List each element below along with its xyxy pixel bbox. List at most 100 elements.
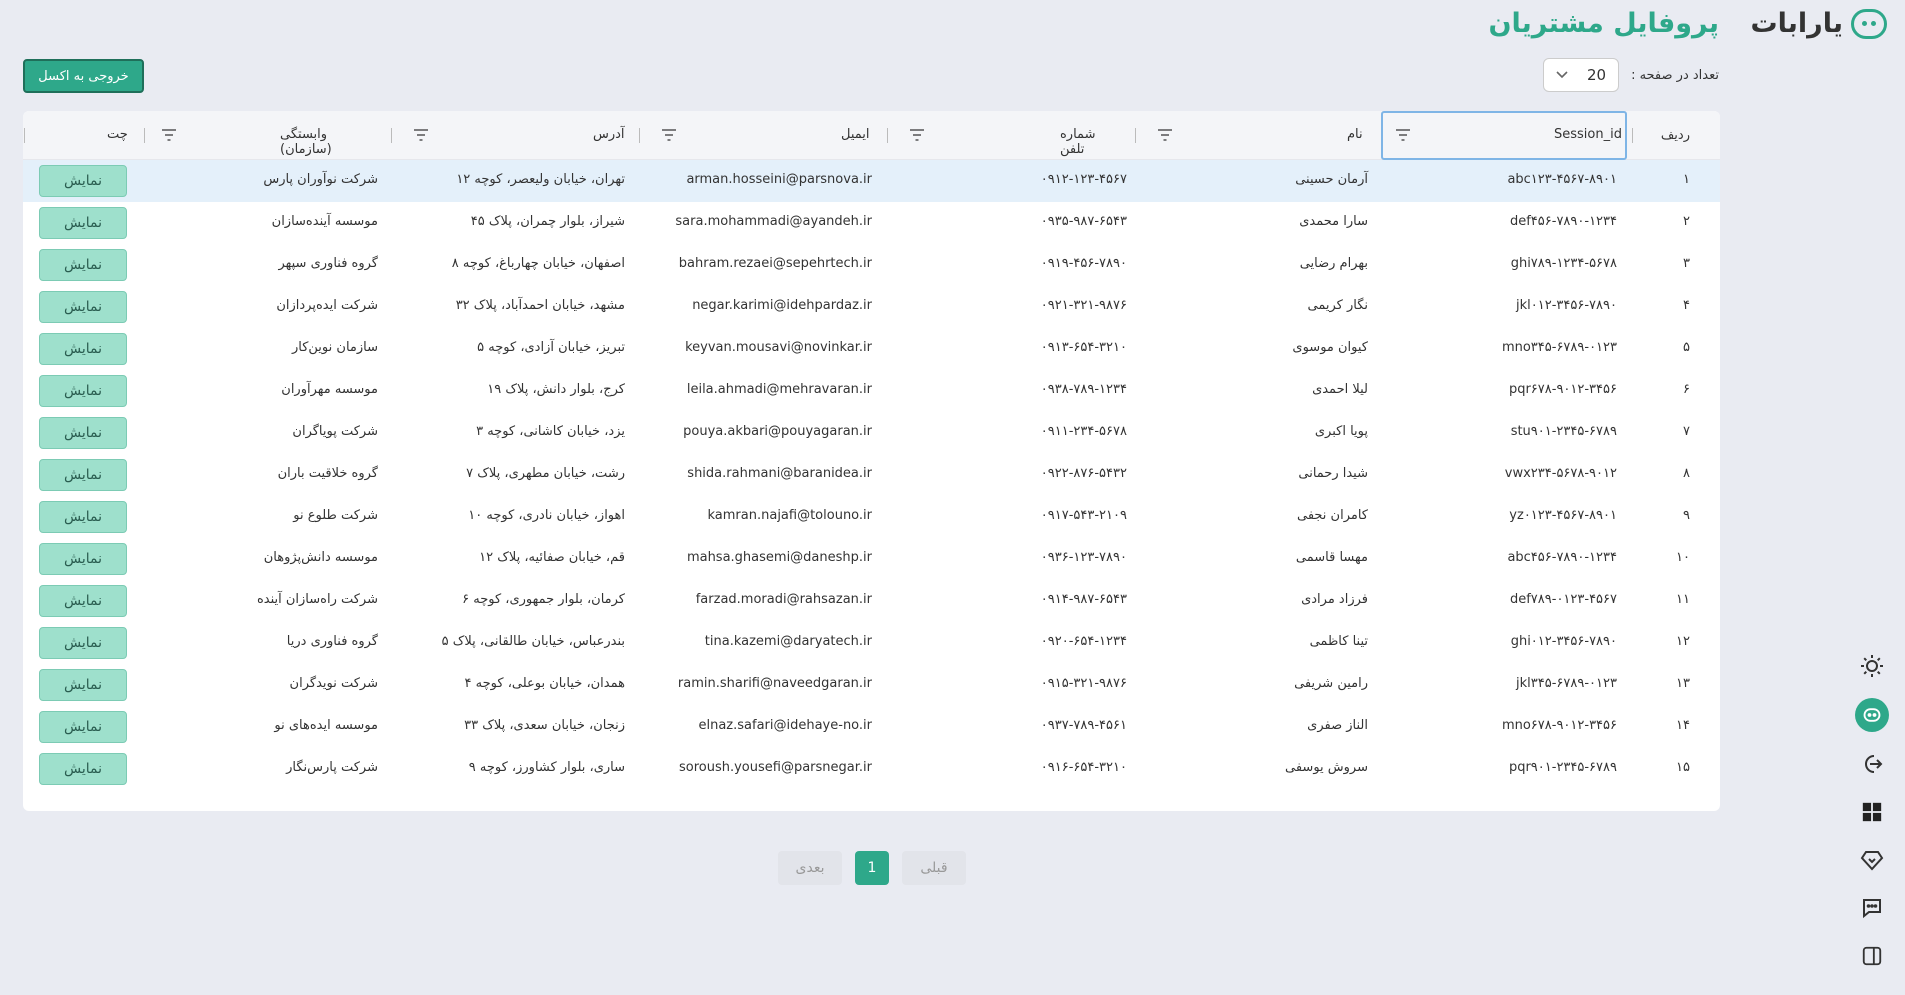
cell-org: موسسه مهرآوران [281,382,378,397]
table-row[interactable]: ۱ abc۱۲۳-۴۵۶۷-۸۹۰۱ آرمان حسینی ۰۹۱۲-۱۲۳-۴۵۶… [23,160,1720,202]
per-page-label: تعداد در صفحه : [1631,67,1719,83]
cell-phone: ۰۹۱۷-۵۴۳-۲۱۰۹ [1040,508,1127,523]
table-row[interactable]: ۳ ghi۷۸۹-۱۲۳۴-۵۶۷۸ بهرام رضایی ۰۹۱۹-۴۵۶-۷۸۹… [23,244,1720,286]
column-separator [1632,128,1633,143]
diamond-icon[interactable] [1856,844,1888,876]
table-row[interactable]: ۱۱ def۷۸۹-۰۱۲۳-۴۵۶۷ فرزاد مرادی ۰۹۱۴-۹۸۷-۶۵… [23,580,1720,622]
sidebar-toggle-icon[interactable] [1856,940,1888,972]
cell-index: ۶ [1683,382,1690,397]
chat-bot-icon[interactable] [1855,698,1889,732]
current-page-button[interactable]: 1 [855,851,889,885]
logo-text: یارابات [1750,8,1843,39]
cell-phone: ۰۹۲۲-۸۷۶-۵۴۳۲ [1040,466,1127,481]
cell-address: شیراز، بلوار چمران، پلاک ۴۵ [470,214,625,229]
cell-phone: ۰۹۲۱-۳۲۱-۹۸۷۶ [1040,298,1127,313]
cell-name: تینا کاظمی [1309,634,1368,649]
filter-icon[interactable] [413,129,429,143]
table-row[interactable]: ۶ pqr۶۷۸-۹۰۱۲-۳۴۵۶ لیلا احمدی ۰۹۳۸-۷۸۹-۱۲۳۴… [23,370,1720,412]
filter-icon[interactable] [1395,129,1411,143]
logout-icon[interactable] [1856,748,1888,780]
cell-name: الناز صفری [1307,718,1368,733]
logo-bot-icon [1851,8,1887,39]
cell-session-id: ghi۷۸۹-۱۲۳۴-۵۶۷۸ [1510,256,1617,271]
show-chat-button[interactable]: نمایش [39,501,127,533]
cell-email: pouya.akbari@pouyagaran.ir [683,424,872,439]
show-chat-button[interactable]: نمایش [39,291,127,323]
theme-sun-icon[interactable] [1856,650,1888,682]
table-row[interactable]: ۹ yz۰۱۲۳-۴۵۶۷-۸۹۰۱ کامران نجفی ۰۹۱۷-۵۴۳-۲۱۰… [23,496,1720,538]
cell-index: ۱۴ [1676,718,1690,733]
per-page-select[interactable]: 20 [1543,58,1620,92]
messages-icon[interactable] [1856,892,1888,924]
table-row[interactable]: ۱۰ abc۴۵۶-۷۸۹۰-۱۲۳۴ مهسا قاسمی ۰۹۳۶-۱۲۳-۷۸۹… [23,538,1720,580]
cell-org: شرکت پارس‌نگار [286,760,378,775]
cell-session-id: jkl۰۱۲-۳۴۵۶-۷۸۹۰ [1516,298,1617,313]
per-page-control: تعداد در صفحه : 20 [1543,58,1719,92]
table-row[interactable]: ۴ jkl۰۱۲-۳۴۵۶-۷۸۹۰ نگار کریمی ۰۹۲۱-۳۲۱-۹۸۷۶… [23,286,1720,328]
show-chat-button[interactable]: نمایش [39,753,127,785]
show-chat-button[interactable]: نمایش [39,585,127,617]
customers-table: ردیف Session_id نام شماره تلفن ایمیل آدر… [23,111,1720,811]
filter-icon[interactable] [661,129,677,143]
cell-org: گروه فناوری سپهر [278,256,378,271]
cell-address: همدان، خیابان بوعلی، کوچه ۴ [464,676,625,691]
show-chat-button[interactable]: نمایش [39,417,127,449]
cell-name: لیلا احمدی [1312,382,1368,397]
cell-session-id: mno۶۷۸-۹۰۱۲-۳۴۵۶ [1501,718,1617,733]
pagination: بعدی 1 قبلی [778,851,966,885]
cell-email: shida.rahmani@baranidea.ir [687,466,872,481]
cell-org: گروه فناوری دریا [286,634,378,649]
cell-session-id: abc۴۵۶-۷۸۹۰-۱۲۳۴ [1507,550,1617,565]
cell-phone: ۰۹۳۶-۱۲۳-۷۸۹۰ [1040,550,1127,565]
show-chat-button[interactable]: نمایش [39,207,127,239]
show-chat-button[interactable]: نمایش [39,543,127,575]
table-row[interactable]: ۱۲ ghi۰۱۲-۳۴۵۶-۷۸۹۰ تینا کاظمی ۰۹۲۰-۶۵۴-۱۲۳… [23,622,1720,664]
cell-session-id: mno۳۴۵-۶۷۸۹-۰۱۲۳ [1501,340,1617,355]
cell-address: اهواز، خیابان نادری، کوچه ۱۰ [468,508,625,523]
show-chat-button[interactable]: نمایش [39,711,127,743]
cell-phone: ۰۹۳۸-۷۸۹-۱۲۳۴ [1040,382,1127,397]
cell-email: negar.karimi@idehpardaz.ir [692,298,872,313]
table-row[interactable]: ۵ mno۳۴۵-۶۷۸۹-۰۱۲۳ کیوان موسوی ۰۹۱۳-۶۵۴-۳۲۱… [23,328,1720,370]
cell-org: شرکت راه‌سازان آینده [256,592,378,607]
table-row[interactable]: ۱۵ pqr۹۰۱-۲۳۴۵-۶۷۸۹ سروش یوسفی ۰۹۱۶-۶۵۴-۳۲۱… [23,748,1720,790]
cell-org: شرکت نویدگران [289,676,378,691]
cell-index: ۴ [1683,298,1690,313]
prev-page-button[interactable]: قبلی [902,851,966,885]
show-chat-button[interactable]: نمایش [39,375,127,407]
chevron-down-icon [1556,68,1568,82]
cell-index: ۸ [1683,466,1690,481]
show-chat-button[interactable]: نمایش [39,249,127,281]
filter-icon[interactable] [1157,129,1173,143]
next-page-button[interactable]: بعدی [778,851,842,885]
logo[interactable]: یارابات [1751,8,1887,39]
table-row[interactable]: ۱۳ jkl۳۴۵-۶۷۸۹-۰۱۲۳ رامین شریفی ۰۹۱۵-۳۲۱-۹۸… [23,664,1720,706]
table-row[interactable]: ۲ def۴۵۶-۷۸۹۰-۱۲۳۴ سارا محمدی ۰۹۳۵-۹۸۷-۶۵۴۳… [23,202,1720,244]
cell-session-id: ghi۰۱۲-۳۴۵۶-۷۸۹۰ [1510,634,1617,649]
show-chat-button[interactable]: نمایش [39,165,127,197]
column-separator [24,128,25,143]
show-chat-button[interactable]: نمایش [39,333,127,365]
cell-email: sara.mohammadi@ayandeh.ir [675,214,872,229]
table-row[interactable]: ۱۴ mno۶۷۸-۹۰۱۲-۳۴۵۶ الناز صفری ۰۹۳۷-۷۸۹-۴۵۶… [23,706,1720,748]
cell-phone: ۰۹۱۶-۶۵۴-۳۲۱۰ [1040,760,1127,775]
export-excel-button[interactable]: خروجی به اکسل [23,59,144,93]
cell-address: اصفهان، خیابان چهارباغ، کوچه ۸ [451,256,625,271]
filter-icon[interactable] [161,129,177,143]
show-chat-button[interactable]: نمایش [39,627,127,659]
page-title: پروفایل مشتریان [1488,8,1719,39]
cell-address: کرمان، بلوار جمهوری، کوچه ۶ [462,592,625,607]
cell-session-id: yz۰۱۲۳-۴۵۶۷-۸۹۰۱ [1509,508,1617,523]
cell-session-id: abc۱۲۳-۴۵۶۷-۸۹۰۱ [1507,172,1617,187]
cell-org: سازمان نوین‌کار [291,340,378,355]
dashboard-grid-icon[interactable] [1856,796,1888,828]
cell-org: موسسه آینده‌سازان [271,214,378,229]
show-chat-button[interactable]: نمایش [39,669,127,701]
cell-phone: ۰۹۳۷-۷۸۹-۴۵۶۱ [1040,718,1127,733]
show-chat-button[interactable]: نمایش [39,459,127,491]
cell-name: فرزاد مرادی [1301,592,1368,607]
cell-email: elnaz.safari@idehaye-no.ir [698,718,872,733]
table-row[interactable]: ۷ stu۹۰۱-۲۳۴۵-۶۷۸۹ پویا اکبری ۰۹۱۱-۲۳۴-۵۶۷۸… [23,412,1720,454]
table-row[interactable]: ۸ vwx۲۳۴-۵۶۷۸-۹۰۱۲ شیدا رحمانی ۰۹۲۲-۸۷۶-۵۴۳… [23,454,1720,496]
filter-icon[interactable] [909,129,925,143]
